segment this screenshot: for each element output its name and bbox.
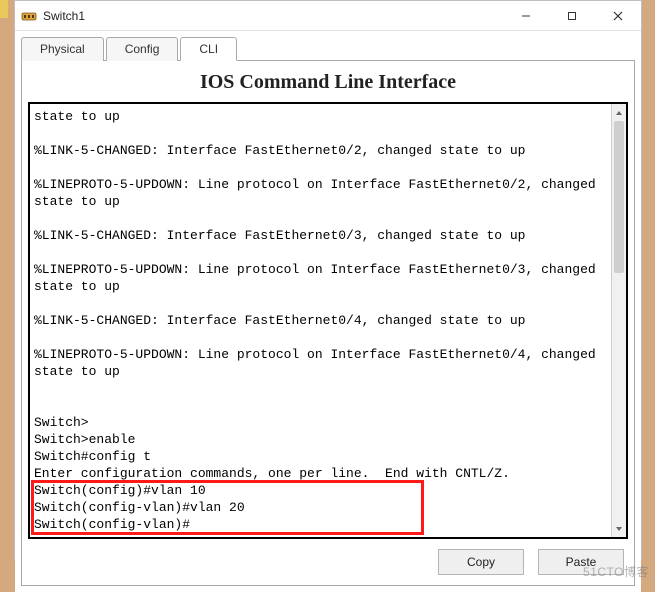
button-row: Copy Paste <box>28 539 628 577</box>
terminal-output[interactable]: state to up %LINK-5-CHANGED: Interface F… <box>30 104 611 537</box>
tab-cli[interactable]: CLI <box>180 37 237 61</box>
close-button[interactable] <box>595 1 641 31</box>
terminal-container: state to up %LINK-5-CHANGED: Interface F… <box>28 102 628 539</box>
cli-panel: IOS Command Line Interface state to up %… <box>21 61 635 586</box>
vertical-scrollbar[interactable] <box>611 104 626 537</box>
copy-button[interactable]: Copy <box>438 549 524 575</box>
paste-button[interactable]: Paste <box>538 549 624 575</box>
maximize-button[interactable] <box>549 1 595 31</box>
titlebar[interactable]: Switch1 <box>15 1 641 31</box>
minimize-button[interactable] <box>503 1 549 31</box>
tab-strip: Physical Config CLI <box>21 35 635 61</box>
scroll-down-arrow-icon[interactable] <box>612 520 626 537</box>
cli-heading: IOS Command Line Interface <box>28 71 628 94</box>
tab-physical[interactable]: Physical <box>21 37 104 61</box>
window-title: Switch1 <box>43 9 85 23</box>
app-window: Switch1 Physical Config CLI IOS Command … <box>14 0 642 560</box>
client-area: Physical Config CLI IOS Command Line Int… <box>15 31 641 592</box>
tab-config[interactable]: Config <box>106 37 179 61</box>
scrollbar-track[interactable] <box>612 121 626 520</box>
background-fragment <box>0 0 8 18</box>
app-icon <box>21 8 37 24</box>
scroll-up-arrow-icon[interactable] <box>612 104 626 121</box>
scrollbar-thumb[interactable] <box>614 121 624 273</box>
